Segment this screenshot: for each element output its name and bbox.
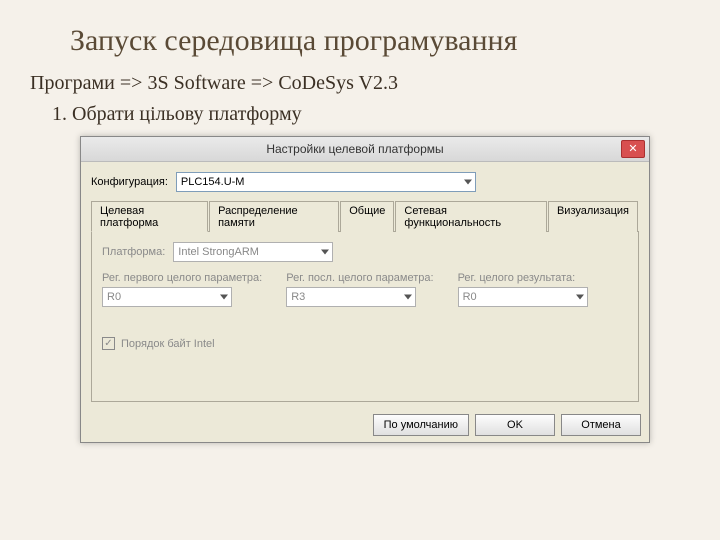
ok-button[interactable]: OK	[475, 414, 555, 436]
reg-value: R3	[291, 291, 305, 303]
config-label: Конфигурация:	[91, 176, 168, 188]
menu-path: Програми => 3S Software => CoDeSys V2.3	[30, 72, 690, 95]
reg-select: R0	[102, 287, 232, 307]
reg-value: R0	[463, 291, 477, 303]
step-item: Обрати цільову платформу	[72, 103, 690, 126]
titlebar: Настройки целевой платформы ✕	[81, 137, 649, 162]
close-icon[interactable]: ✕	[621, 140, 645, 158]
checkmark-icon: ✓	[102, 337, 115, 350]
byteorder-checkbox: ✓ Порядок байт Intel	[102, 337, 628, 350]
platform-value: Intel StrongARM	[178, 246, 259, 258]
dialog-window: Настройки целевой платформы ✕ Конфигурац…	[80, 136, 650, 443]
byteorder-label: Порядок байт Intel	[121, 338, 215, 350]
platform-select: Intel StrongARM	[173, 242, 333, 262]
dialog-title: Настройки целевой платформы	[89, 142, 621, 156]
reg-label: Рег. посл. целого параметра:	[286, 272, 433, 284]
reg-select: R0	[458, 287, 588, 307]
tab-visualization[interactable]: Визуализация	[548, 201, 638, 232]
reg-label: Рег. целого результата:	[458, 272, 588, 284]
slide-heading: Запуск середовища програмування	[70, 24, 690, 58]
reg-label: Рег. первого целого параметра:	[102, 272, 262, 284]
tab-target-platform[interactable]: Целевая платформа	[91, 201, 208, 232]
reg-value: R0	[107, 291, 121, 303]
tabs: Целевая платформа Распределение памяти О…	[91, 200, 639, 232]
default-button[interactable]: По умолчанию	[373, 414, 469, 436]
reg-select: R3	[286, 287, 416, 307]
config-value: PLC154.U-M	[181, 176, 245, 188]
tab-network[interactable]: Сетевая функциональность	[395, 201, 547, 232]
tab-memory[interactable]: Распределение памяти	[209, 201, 339, 232]
cancel-button[interactable]: Отмена	[561, 414, 641, 436]
tab-general[interactable]: Общие	[340, 201, 394, 232]
platform-label: Платформа:	[102, 246, 165, 258]
config-select[interactable]: PLC154.U-M	[176, 172, 476, 192]
